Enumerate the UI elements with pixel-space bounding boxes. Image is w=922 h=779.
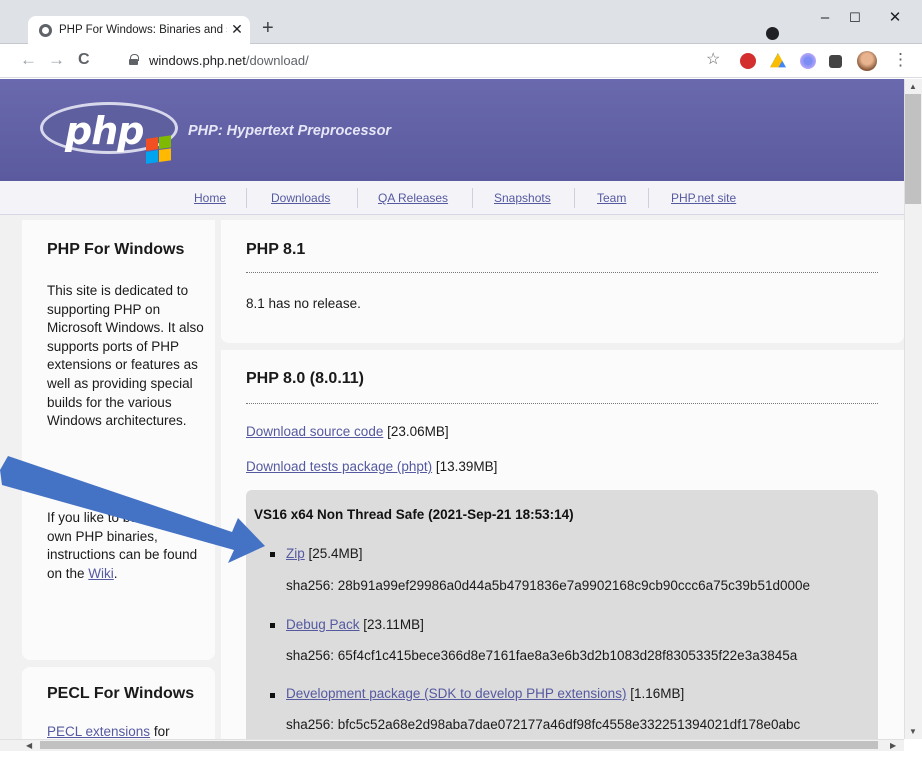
scroll-right-icon[interactable]: ▶ — [890, 741, 896, 750]
divider — [246, 272, 878, 273]
download-tests-link[interactable]: Download tests package (phpt) — [246, 459, 432, 474]
sidebar-description: This site is dedicated to supporting PHP… — [47, 283, 204, 429]
sidebar-title: PHP For Windows — [47, 241, 185, 258]
sidebar-build-text: If you like to build your own PHP binari… — [47, 510, 198, 581]
vertical-scroll-thumb[interactable] — [905, 94, 921, 204]
puzzle-icon[interactable] — [829, 55, 842, 68]
source-download: Download source code [23.06MB] — [246, 424, 449, 439]
nav-team[interactable]: Team — [597, 191, 626, 205]
item-size: [23.11MB] — [359, 617, 424, 632]
tests-size: [13.39MB] — [432, 459, 498, 474]
pecl-extensions-link[interactable]: PECL extensions — [47, 724, 150, 739]
site-tagline: PHP: Hypertext Preprocessor — [188, 123, 392, 139]
tab-title: PHP For Windows: Binaries and s — [59, 24, 227, 36]
nav-home[interactable]: Home — [194, 191, 226, 205]
nav-qa-releases[interactable]: QA Releases — [378, 191, 448, 205]
release-title: PHP 8.0 (8.0.11) — [246, 370, 364, 387]
sidebar-box-pecl: PECL For Windows PECL extensions for Win… — [22, 667, 215, 739]
url-host: windows.php.net — [149, 53, 246, 68]
bookmark-star-icon[interactable]: ☆ — [706, 50, 720, 70]
debug-pack-link[interactable]: Debug Pack — [286, 617, 360, 632]
logo-text: php — [65, 109, 144, 153]
close-tab-icon[interactable]: ✕ — [230, 22, 244, 36]
adblock-icon[interactable] — [740, 53, 756, 69]
scroll-down-icon[interactable]: ▼ — [909, 727, 917, 736]
lock-icon[interactable] — [129, 54, 139, 65]
url-path: /download/ — [245, 53, 309, 68]
drive-icon[interactable] — [770, 53, 786, 68]
build-panel: VS16 x64 Non Thread Safe (2021-Sep-21 18… — [246, 490, 878, 739]
globe-icon — [39, 24, 52, 37]
list-item-dev-package: Development package (SDK to develop PHP … — [286, 686, 684, 701]
nav-divider — [357, 188, 358, 208]
nav-downloads[interactable]: Downloads — [271, 191, 330, 205]
zip-download-link[interactable]: Zip — [286, 546, 305, 561]
browser-titlebar: PHP For Windows: Binaries and s ✕ + – ☐ … — [0, 0, 922, 44]
close-window-button[interactable]: ✕ — [880, 8, 910, 28]
release-title: PHP 8.1 — [246, 241, 306, 258]
sha256-hash: sha256: 65f4cf1c415bece366d8e7161fae8a3e… — [286, 648, 798, 663]
build-title: VS16 x64 Non Thread Safe (2021-Sep-21 18… — [254, 507, 574, 522]
bullet-icon — [270, 623, 275, 628]
item-size: [25.4MB] — [304, 546, 363, 561]
scroll-left-icon[interactable]: ◀ — [26, 741, 32, 750]
back-icon[interactable]: ← — [20, 50, 37, 70]
site-nav: Home Downloads QA Releases Snapshots Tea… — [0, 181, 904, 215]
nav-divider — [574, 188, 575, 208]
avatar[interactable] — [857, 51, 877, 71]
list-item-zip: Zip [25.4MB] — [286, 546, 363, 561]
release-box-php81: PHP 8.1 8.1 has no release. — [221, 220, 904, 343]
sidebar-title: PECL For Windows — [47, 685, 195, 702]
nav-divider — [246, 188, 247, 208]
profile-icon[interactable] — [766, 27, 779, 40]
site-header: php PHP: Hypertext Preprocessor — [0, 79, 904, 181]
wiki-link[interactable]: Wiki — [88, 566, 114, 581]
windows-flag-icon — [146, 135, 172, 165]
new-tab-button[interactable]: + — [262, 18, 274, 38]
sidebar-build-instructions: If you like to build your own PHP binari… — [47, 509, 207, 583]
tests-download: Download tests package (phpt) [13.39MB] — [246, 459, 497, 474]
sha256-hash: sha256: 28b91a99ef29986a0d44a5b4791836e7… — [286, 578, 811, 593]
minimize-button[interactable]: – — [810, 8, 840, 28]
maximize-button[interactable]: ☐ — [840, 8, 870, 28]
item-size: [1.16MB] — [626, 686, 685, 701]
download-source-link[interactable]: Download source code — [246, 424, 383, 439]
bullet-icon — [270, 552, 275, 557]
development-package-link[interactable]: Development package (SDK to develop PHP … — [286, 686, 626, 701]
sidebar-pecl-text: PECL extensions for Windows is being — [47, 723, 207, 739]
nav-divider — [472, 188, 473, 208]
address-bar[interactable]: windows.php.net/download/ — [149, 53, 309, 68]
divider — [246, 403, 878, 404]
source-size: [23.06MB] — [383, 424, 449, 439]
release-box-php80: PHP 8.0 (8.0.11) Download source code [2… — [221, 350, 904, 739]
browser-tab[interactable]: PHP For Windows: Binaries and s ✕ — [28, 16, 250, 44]
forward-icon[interactable]: → — [48, 50, 65, 70]
page-content: PHP For Windows This site is dedicated t… — [0, 215, 904, 739]
nav-phpnet-site[interactable]: PHP.net site — [671, 191, 736, 205]
menu-icon[interactable]: ⋮ — [892, 50, 909, 70]
scroll-up-icon[interactable]: ▲ — [909, 82, 917, 91]
reload-icon[interactable]: C — [78, 50, 90, 70]
sidebar-box-php-for-windows: PHP For Windows This site is dedicated t… — [22, 220, 215, 660]
browser-toolbar: ← → C windows.php.net/download/ ☆ ⋮ — [0, 44, 922, 78]
bullet-icon — [270, 693, 275, 698]
release-note: 8.1 has no release. — [246, 296, 361, 311]
nav-divider — [648, 188, 649, 208]
horizontal-scroll-thumb[interactable] — [40, 741, 878, 749]
sidebar-build-text-end: . — [113, 565, 118, 581]
list-item-debug-pack: Debug Pack [23.11MB] — [286, 617, 424, 632]
sha256-hash: sha256: bfc5c52a68e2d98aba7dae072177a46d… — [286, 717, 801, 732]
extension-flower-icon[interactable] — [800, 53, 816, 69]
nav-snapshots[interactable]: Snapshots — [494, 191, 551, 205]
